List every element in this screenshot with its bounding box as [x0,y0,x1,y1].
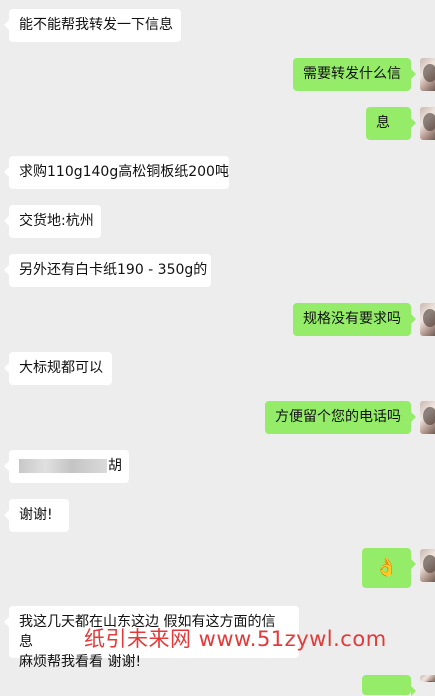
message-bubble-incoming[interactable]: 谢谢! [4,499,69,532]
message-bubble-incoming[interactable]: 交货地:杭州 [4,205,101,238]
redacted-phone-number [19,459,107,473]
message-text: 方便留个您的电话吗 [275,409,401,425]
message-text: 需要转发什么信 [303,66,401,82]
message-bubble-outgoing[interactable]: 方便留个您的电话吗 [265,401,416,434]
message-bubble-outgoing[interactable]: 息 [366,107,416,140]
message-text: 谢谢! [19,507,53,523]
watermark: 纸引未来网 www.51zywl.com [84,627,387,651]
message-bubble-outgoing[interactable]: 需要转发什么信 [293,58,416,91]
ok-hand-emoji-icon: 👌 [375,557,398,578]
message-bubble-incoming[interactable]: 大标规都可以 [4,352,112,385]
message-bubble-outgoing[interactable]: 规格没有要求吗 [293,303,416,336]
user-avatar[interactable] [420,58,435,91]
message-text: 求购110g140g高松铜板纸200吨 [19,164,229,180]
message-bubble-outgoing[interactable]: 👌 [362,548,416,588]
user-avatar[interactable] [420,107,435,140]
user-avatar[interactable] [420,549,435,582]
message-text-line: 麻烦帮我看看 谢谢! [19,654,142,670]
message-text: 规格没有要求吗 [303,311,401,327]
message-text: 能不能帮我转发一下信息 [19,17,173,33]
user-avatar[interactable] [420,303,435,336]
message-bubble-incoming[interactable]: 另外还有白卡纸190 - 350g的 [4,254,211,287]
user-avatar[interactable] [420,401,435,434]
message-text: 交货地:杭州 [19,213,94,229]
message-bubble-incoming[interactable]: 能不能帮我转发一下信息 [4,9,181,42]
user-avatar[interactable] [420,675,435,682]
message-text: 另外还有白卡纸190 - 350g的 [19,262,208,278]
message-bubble-outgoing[interactable] [362,675,416,696]
message-bubble-incoming[interactable]: 求购110g140g高松铜板纸200吨 [4,156,229,189]
message-text: 大标规都可以 [19,360,103,376]
message-text: 胡 [108,458,122,474]
message-text: 息 [376,115,390,131]
message-bubble-incoming[interactable]: 胡 [4,450,129,483]
